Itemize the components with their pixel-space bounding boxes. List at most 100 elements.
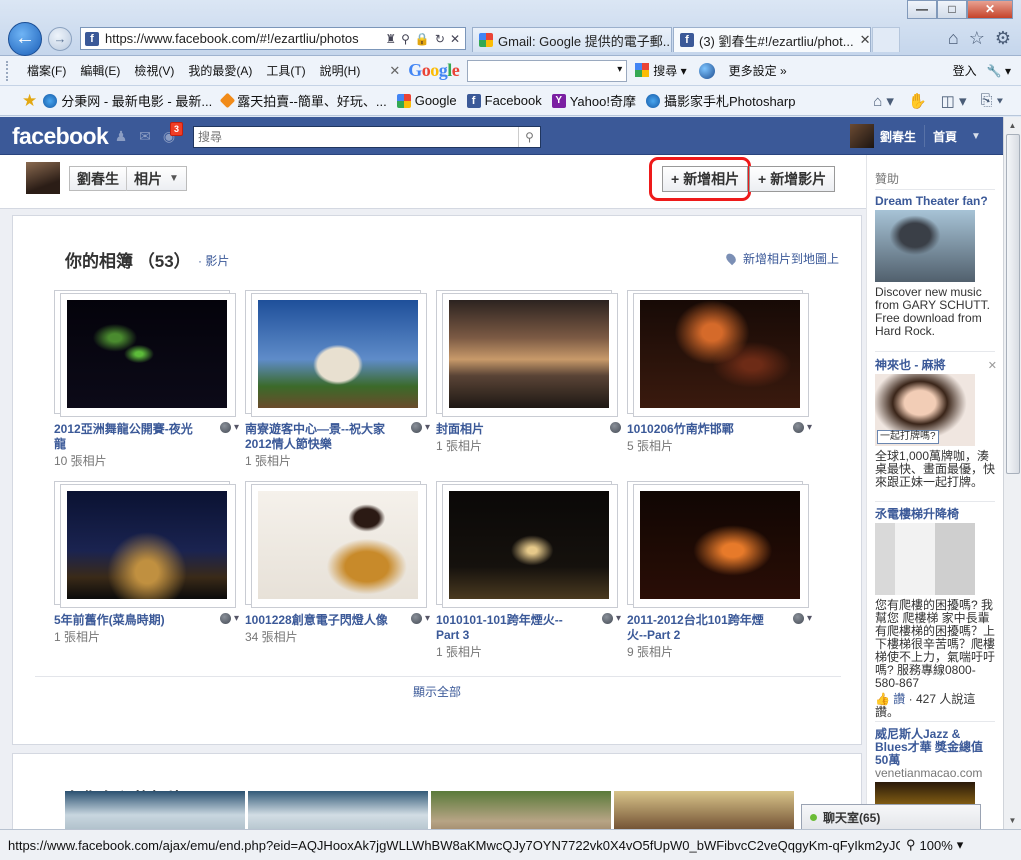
notifications-icon[interactable]: ◉ 3 (160, 122, 184, 145)
ad-title[interactable]: 威尼斯人Jazz & Blues才華 獎金總值50萬 (875, 728, 995, 767)
ad-title[interactable]: 氶電樓梯升降椅 (875, 508, 995, 521)
ad-image[interactable] (875, 210, 975, 282)
privacy-selector[interactable]: ▾ (601, 613, 621, 624)
privacy-selector[interactable]: ▾ (410, 613, 430, 624)
scroll-up-icon[interactable]: ▲ (1004, 117, 1021, 134)
avatar[interactable] (850, 124, 874, 148)
menu-edit[interactable]: 編輯(E) (73, 62, 127, 79)
ad-card[interactable]: Dream Theater fan? Discover new music fr… (875, 195, 995, 338)
favorite-link[interactable]: 攝影家手札Photosharp (645, 91, 795, 110)
home-link[interactable]: 首頁 (933, 128, 957, 145)
album-title[interactable]: 南寮遊客中心—景--祝大家2012情人節快樂 (245, 422, 393, 452)
privacy-selector[interactable]: ▾ (219, 613, 239, 624)
back-button[interactable]: ← (8, 22, 42, 56)
lock-icon[interactable]: 🔒 (415, 32, 430, 46)
videos-link[interactable]: · 影片 (198, 252, 229, 269)
privacy-selector[interactable]: ▾ (410, 422, 430, 433)
favorite-link[interactable]: Google (396, 93, 457, 108)
facebook-logo[interactable]: facebook (12, 123, 109, 150)
print-icon[interactable]: ⎘ ▾ (981, 92, 1003, 110)
avatar[interactable] (26, 162, 60, 194)
scroll-thumb[interactable] (1006, 134, 1020, 474)
close-ad-icon[interactable]: ✕ (988, 359, 997, 372)
favorite-link[interactable]: Y Yahoo!奇摩 (551, 91, 636, 110)
tab-facebook[interactable]: f (3) 劉春生#!/ezartliu/phot... ✕ (673, 27, 871, 52)
album-card[interactable]: 1010206竹南炸邯鄲 5 張相片 ▾ (627, 290, 812, 454)
album-card[interactable]: 2011-2012台北101跨年煙火--Part 2 9 張相片 ▾ (627, 481, 812, 660)
friend-requests-icon[interactable]: ♟ (112, 127, 130, 145)
album-card[interactable]: 2012亞洲舞龍公開賽-夜光龍 10 張相片 ▾ (54, 290, 239, 469)
ad-card[interactable]: 神來也 - 麻將 一起打牌嗎? 全球1,000萬牌咖，湊桌最快、畫面最優，快來跟… (875, 359, 995, 489)
compat-view-icon[interactable]: ♜ (385, 32, 396, 46)
album-cover[interactable] (258, 300, 418, 408)
tagged-photo[interactable] (248, 791, 428, 829)
user-name-link[interactable]: 劉春生 (880, 128, 916, 145)
favorites-star-icon[interactable]: ★ (22, 91, 37, 111)
favorite-link[interactable]: 分秉网 - 最新电影 - 最新... (43, 91, 212, 110)
album-title[interactable]: 2011-2012台北101跨年煙火--Part 2 (627, 613, 775, 643)
gear-icon[interactable]: ⚙ (995, 28, 1011, 49)
google-search-button[interactable]: 搜尋 ▾ (635, 62, 687, 79)
home-icon[interactable]: ⌂ ▾ (873, 92, 894, 110)
album-title[interactable]: 封面相片 (436, 422, 584, 437)
vertical-scrollbar[interactable]: ▲ ▼ (1003, 117, 1021, 829)
chat-bar[interactable]: 聊天室(65) (801, 804, 981, 829)
album-title[interactable]: 1010206竹南炸邯鄲 (627, 422, 775, 437)
album-card[interactable]: 1001228創意電子閃燈人像 34 張相片 ▾ (245, 481, 430, 645)
add-video-button[interactable]: + 新增影片 (749, 166, 836, 192)
album-cover[interactable] (449, 491, 609, 599)
address-bar[interactable]: f https://www.facebook.com/#!/ezartliu/p… (80, 27, 466, 50)
scroll-down-icon[interactable]: ▼ (1004, 812, 1021, 829)
album-card[interactable]: 封面相片 1 張相片 (436, 290, 621, 454)
tab-gmail[interactable]: Gmail: Google 提供的電子郵... (472, 27, 672, 52)
breadcrumb-section[interactable]: 相片 (127, 169, 169, 189)
album-title[interactable]: 1010101-101跨年煙火--Part 3 (436, 613, 584, 643)
globe-icon[interactable] (698, 62, 715, 79)
new-tab-button[interactable] (872, 27, 900, 52)
ad-image[interactable]: 一起打牌嗎? (875, 374, 975, 446)
ad-image[interactable] (875, 523, 975, 595)
stop-icon[interactable]: ✕ (450, 32, 460, 46)
menu-favorites[interactable]: 我的最愛(A) (181, 62, 259, 79)
facebook-search-input[interactable] (194, 128, 518, 146)
chevron-down-icon[interactable]: ▼ (169, 173, 186, 184)
menu-file[interactable]: 檔案(F) (20, 62, 73, 79)
tagged-photo[interactable] (65, 791, 245, 829)
home-icon[interactable]: ⌂ (948, 28, 959, 49)
zoom-control[interactable]: ⚲ 100% ▾ (906, 837, 963, 853)
address-url[interactable]: https://www.facebook.com/#!/ezartliu/pho… (105, 31, 367, 46)
chevron-down-icon[interactable]: ▾ (957, 837, 964, 853)
menu-tools[interactable]: 工具(T) (259, 62, 312, 79)
menu-view[interactable]: 檢視(V) (127, 62, 181, 79)
privacy-selector[interactable]: ▾ (792, 422, 812, 433)
maximize-button[interactable]: □ (937, 0, 967, 19)
breadcrumb-profile[interactable]: 劉春生 (70, 169, 126, 189)
album-cover[interactable] (67, 491, 227, 599)
like-button[interactable]: 👍 讚 (875, 692, 905, 706)
add-photos-button[interactable]: + 新增相片 (662, 166, 749, 192)
album-card[interactable]: 南寮遊客中心—景--祝大家2012情人節快樂 1 張相片 ▾ (245, 290, 430, 469)
favorite-link[interactable]: 露天拍賣--簡單、好玩、... (219, 91, 387, 110)
album-card[interactable]: 5年前舊作(菜鳥時期) 1 張相片 ▾ (54, 481, 239, 645)
menu-help[interactable]: 說明(H) (313, 62, 368, 79)
account-caret-icon[interactable]: ▼ (971, 131, 981, 142)
forward-button[interactable]: → (48, 27, 72, 51)
search-icon[interactable]: ⚲ (401, 32, 410, 46)
privacy-selector[interactable]: ▾ (792, 613, 812, 624)
album-title[interactable]: 1001228創意電子閃燈人像 (245, 613, 393, 628)
album-cover[interactable] (67, 300, 227, 408)
album-card[interactable]: 1010101-101跨年煙火--Part 3 1 張相片 ▾ (436, 481, 621, 660)
show-all-link[interactable]: 顯示全部 (413, 683, 461, 700)
album-cover[interactable] (258, 491, 418, 599)
privacy-selector[interactable]: ▾ (219, 422, 239, 433)
minimize-button[interactable]: — (907, 0, 937, 19)
close-toolbar-icon[interactable]: ✕ (389, 63, 400, 79)
hand-icon[interactable]: ✋ (908, 92, 927, 110)
tagged-photo[interactable] (614, 791, 794, 829)
signin-link[interactable]: 登入 (953, 62, 977, 79)
favorite-link[interactable]: f Facebook (466, 93, 542, 108)
ad-title[interactable]: Dream Theater fan? (875, 195, 995, 208)
ad-title[interactable]: 神來也 - 麻將 (875, 359, 995, 372)
ad-card[interactable]: 氶電樓梯升降椅 您有爬樓的困擾嗎? 我幫您 爬樓梯 家中長輩有爬樓梯的困擾嗎？上… (875, 508, 995, 719)
close-tab-icon[interactable]: ✕ (854, 32, 870, 48)
